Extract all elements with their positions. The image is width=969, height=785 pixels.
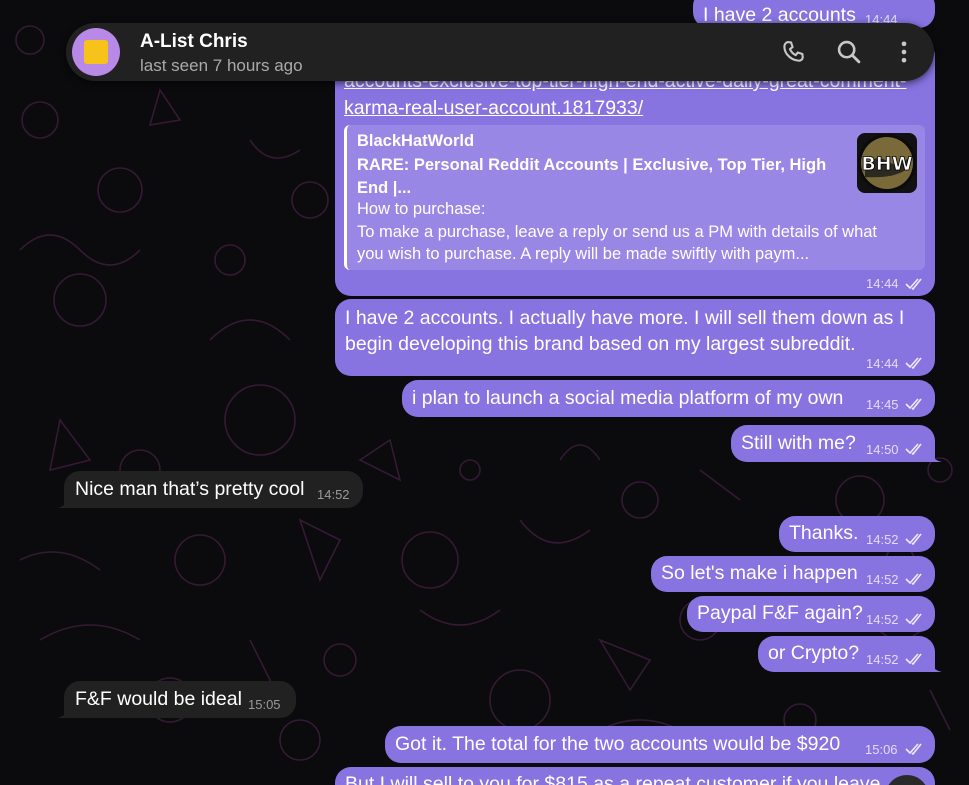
message-text: Nice man that’s pretty cool: [75, 478, 305, 500]
message-bubble-outgoing[interactable]: Thanks. 14:52: [779, 516, 935, 552]
message-time: 15:05: [248, 697, 281, 712]
message-time: 14:52: [317, 487, 350, 502]
avatar-square: [84, 40, 108, 64]
message-text: F&F would be ideal: [75, 688, 242, 710]
bubble-tail: [57, 496, 69, 508]
read-checkmarks-icon: [905, 443, 922, 455]
more-vertical-icon[interactable]: [890, 38, 918, 66]
contact-name[interactable]: A-List Chris: [140, 31, 248, 53]
chat-header[interactable]: A-List Chris last seen 7 hours ago: [66, 23, 934, 81]
message-text: Thanks.: [789, 522, 859, 544]
bubble-tail: [57, 706, 69, 718]
read-checkmarks-icon: [905, 357, 922, 369]
bhw-logo-text: BHW: [861, 153, 912, 175]
message-bubble-outgoing[interactable]: i plan to launch a social media platform…: [402, 380, 935, 417]
read-checkmarks-icon: [905, 743, 922, 755]
message-time: 14:52: [866, 652, 899, 667]
message-bubble-outgoing[interactable]: Got it. The total for the two accounts w…: [385, 726, 935, 763]
read-checkmarks-icon: [905, 533, 922, 545]
message-link-line[interactable]: karma-real-user-account.1817933/: [344, 95, 643, 121]
link-preview-card[interactable]: BlackHatWorld RARE: Personal Reddit Acco…: [344, 125, 925, 270]
search-icon[interactable]: [835, 38, 863, 66]
message-text-line: I have 2 accounts. I actually have more.…: [345, 307, 905, 329]
message-bubble-outgoing[interactable]: I have 2 accounts. I actually have more.…: [335, 299, 935, 376]
message-bubble-incoming[interactable]: Nice man that’s pretty cool 14:52: [64, 471, 363, 508]
link-preview-title-line: RARE: Personal Reddit Accounts | Exclusi…: [357, 156, 827, 174]
message-bubble-outgoing[interactable]: Paypal F&F again? 14:52: [687, 596, 935, 632]
read-checkmarks-icon: [905, 573, 922, 585]
message-time: 15:06: [865, 742, 898, 757]
link-preview-site: BlackHatWorld: [357, 132, 475, 150]
avatar[interactable]: [72, 28, 120, 76]
message-bubble-outgoing[interactable]: Still with me? 14:50: [731, 425, 935, 462]
link-preview-title: RARE: Personal Reddit Accounts | Exclusi…: [357, 154, 827, 199]
message-text-line: begin developing this brand based on my …: [345, 333, 856, 355]
message-time: 14:45: [866, 397, 899, 412]
message-text: i plan to launch a social media platform…: [412, 387, 844, 409]
message-time: 14:52: [866, 572, 899, 587]
message-bubble-outgoing[interactable]: But I will sell to you for $815 as a rep…: [335, 767, 935, 785]
message-text: Paypal F&F again?: [697, 602, 863, 624]
contact-status: last seen 7 hours ago: [140, 56, 303, 75]
message-time: 14:44: [866, 356, 899, 371]
link-preview-thumbnail: BHW: [857, 133, 917, 193]
read-checkmarks-icon: [905, 613, 922, 625]
message-text: Still with me?: [741, 432, 856, 454]
link-preview-desc-line: you wish to purchase. A reply will be ma…: [357, 245, 810, 263]
bubble-tail: [930, 450, 942, 462]
link-preview-desc-line: To make a purchase, leave a reply or sen…: [357, 222, 878, 241]
message-time: 14:52: [866, 532, 899, 547]
message-time: 14:52: [866, 612, 899, 627]
message-time: 14:50: [866, 442, 899, 457]
message-bubble-outgoing[interactable]: or Crypto? 14:52: [758, 636, 935, 672]
message-bubble-outgoing[interactable]: So let's make i happen 14:52: [651, 556, 935, 592]
message-text-line: But I will sell to you for $815 as a rep…: [345, 773, 881, 785]
message-text: or Crypto?: [768, 642, 860, 664]
message-text: So let's make i happen: [661, 562, 858, 584]
read-checkmarks-icon: [905, 278, 922, 290]
message-bubble-incoming[interactable]: F&F would be ideal 15:05: [64, 681, 296, 718]
read-checkmarks-icon: [905, 398, 922, 410]
message-text: Got it. The total for the two accounts w…: [395, 733, 841, 755]
link-preview-title-line: End |...: [357, 178, 412, 197]
message-time: 14:44: [866, 276, 899, 291]
bubble-tail: [930, 660, 942, 672]
read-checkmarks-icon: [905, 653, 922, 665]
link-preview-description: How to purchase: To make a purchase, lea…: [357, 198, 917, 266]
link-preview-desc-line: How to purchase:: [357, 200, 486, 218]
chat-window: I have 2 accounts 14:44 accounts-exclusi…: [0, 0, 969, 785]
phone-icon[interactable]: [780, 38, 808, 66]
bhw-logo-icon: BHW: [858, 134, 916, 192]
